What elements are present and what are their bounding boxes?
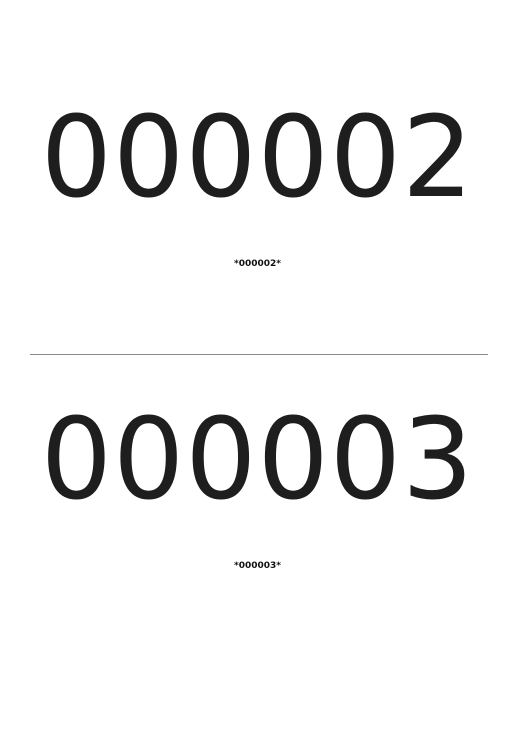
label-number: 000002 [40, 93, 475, 223]
cut-line-divider [30, 354, 488, 355]
label-number: 000003 [40, 395, 475, 525]
barcode-text: *000003* [234, 561, 281, 571]
barcode-text: *000002* [234, 259, 281, 269]
